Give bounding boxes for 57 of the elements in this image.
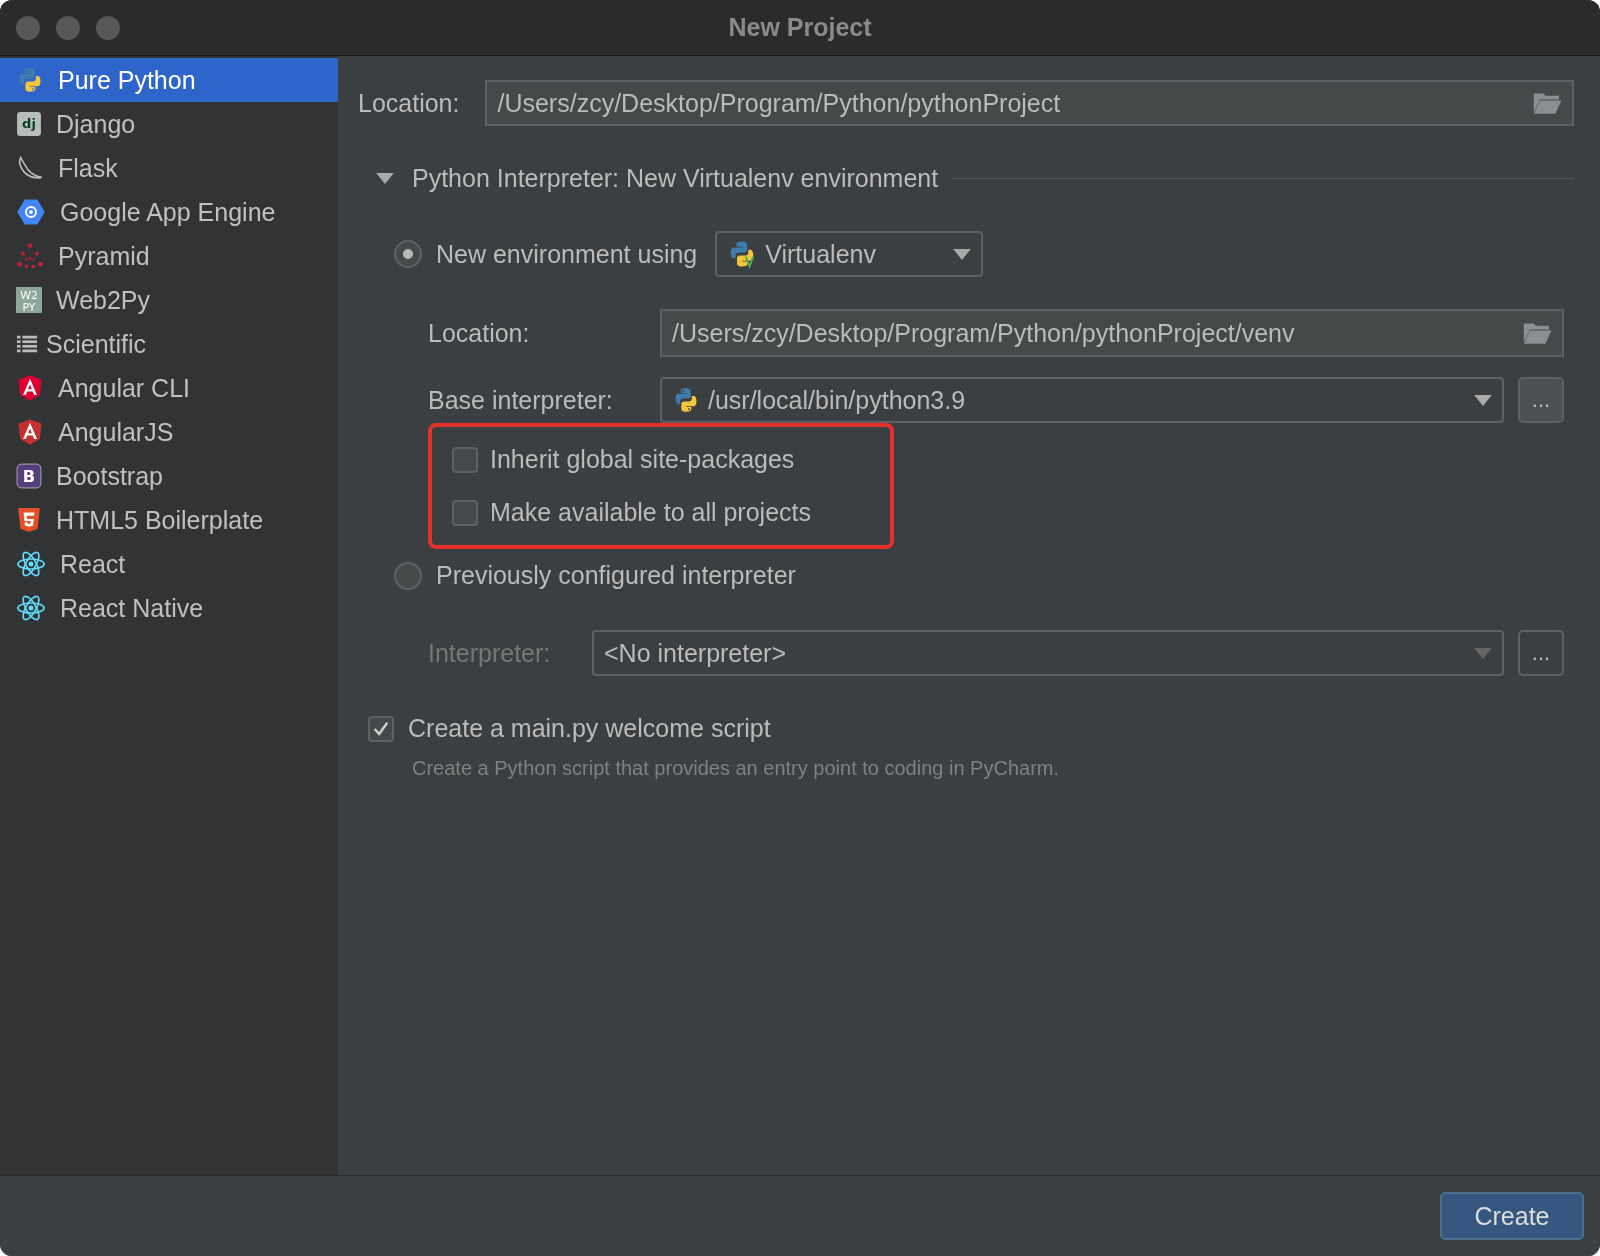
radio-button[interactable] [394,561,422,590]
sidebar-item[interactable]: dj Django [0,102,338,146]
base-interpreter-dropdown[interactable]: /usr/local/bin/python3.9 [660,377,1504,423]
atom-icon [16,549,46,579]
sidebar-item[interactable]: Angular CLI [0,366,338,410]
hexagon-target-icon [16,197,46,227]
html5-shield-icon [16,507,42,533]
sidebar-item[interactable]: B Bootstrap [0,454,338,498]
atom-icon [16,593,46,623]
window-title: New Project [728,13,872,42]
location-field[interactable]: /Users/zcy/Desktop/Program/Python/pythonProject [485,80,1574,126]
base-interpreter-label: Base interpreter: [428,385,614,415]
interpreter-label: Interpreter: [428,638,552,668]
checkbox[interactable] [452,446,478,473]
hint-text: Create a Python script that provides an entry point to coding in PyCharm. [412,757,1060,780]
checkbox[interactable] [368,715,394,742]
checkbox-label: Make available to all projects [490,498,811,527]
minimize-button[interactable] [56,16,80,40]
location-label: Location: [358,88,460,118]
sidebar-item[interactable]: React Native [0,586,338,630]
grid-icon [16,333,38,355]
radio-button[interactable] [394,240,422,268]
sidebar-item[interactable]: HTML5 Boilerplate [0,498,338,542]
sidebar-item[interactable]: React [0,542,338,586]
folder-icon[interactable] [1532,91,1562,115]
sidebar-item[interactable]: W2 PY Web2Py [0,278,338,322]
section-toggle[interactable]: Python Interpreter: New Virtualenv environment [376,164,939,193]
w2py-logo-icon: W2 PY [16,287,42,313]
environment-dropdown[interactable]: Virtualenv [715,231,984,277]
sidebar-item[interactable]: Google App Engine [0,190,338,234]
create-button[interactable]: Create [1440,1192,1584,1240]
venv-location-field[interactable]: /Users/zcy/Desktop/Program/Python/pythonProject/venv [660,309,1564,357]
dj-logo-icon: dj [16,111,42,137]
caret-icon [1474,394,1492,406]
checkbox-label: Inherit global site-packages [490,445,795,474]
sidebar-item[interactable]: Pure Python [0,58,338,102]
browse-button[interactable]: ... [1518,377,1564,423]
sidebar-item[interactable]: Scientific [0,322,338,366]
horn-icon [16,154,44,182]
shield-a-icon [16,418,44,446]
caret-icon [1474,647,1492,659]
folder-icon[interactable] [1522,321,1552,345]
sidebar-item[interactable]: AngularJS [0,410,338,454]
b-logo-icon: B [16,463,42,489]
sidebar-item[interactable]: Flask [0,146,338,190]
shield-a-icon [16,374,44,402]
radio-label: New environment using [436,239,698,269]
dots-ring-icon [16,242,44,270]
expand-triangle-icon [376,173,394,184]
radio-label: Previously configured interpreter [436,561,796,590]
zoom-button[interactable] [96,16,120,40]
caret-icon [953,248,972,260]
close-button[interactable] [16,16,40,40]
checkbox-label: Create a main.py welcome script [408,714,771,743]
sidebar-item[interactable]: Pyramid [0,234,338,278]
venv-location-label: Location: [428,318,531,348]
checkbox[interactable] [452,499,478,526]
